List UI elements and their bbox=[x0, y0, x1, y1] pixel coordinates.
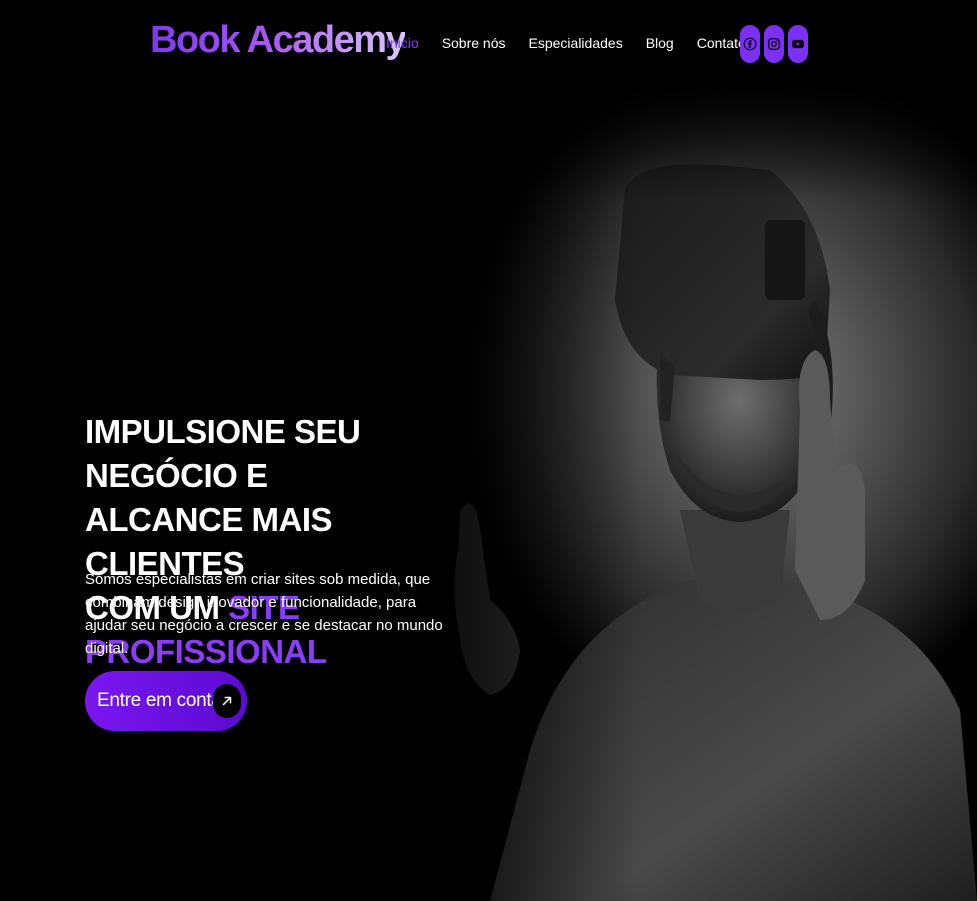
nav-item-inicio[interactable]: Inicio bbox=[386, 34, 419, 52]
landing-page: Book Academy Inicio Sobre nós Especialid… bbox=[0, 0, 977, 901]
youtube-icon bbox=[792, 39, 804, 49]
nav-item-especialidades[interactable]: Especialidades bbox=[529, 34, 623, 52]
brand-logo[interactable]: Book Academy bbox=[150, 14, 407, 66]
site-header: Book Academy Inicio Sobre nós Especialid… bbox=[0, 0, 977, 86]
nav-item-sobre-nos[interactable]: Sobre nós bbox=[442, 34, 506, 52]
facebook-link[interactable] bbox=[740, 25, 760, 63]
nav-item-blog[interactable]: Blog bbox=[646, 34, 674, 52]
instagram-link[interactable] bbox=[764, 25, 784, 63]
facebook-icon bbox=[743, 37, 757, 51]
main-nav: Inicio Sobre nós Especialidades Blog Con… bbox=[386, 34, 769, 52]
arrow-up-right-icon bbox=[213, 684, 241, 718]
contact-cta-button[interactable]: Entre em contato bbox=[85, 671, 247, 731]
hero-subtitle: Somos especialistas em criar sites sob m… bbox=[85, 571, 443, 657]
nav-item-contato[interactable]: Contato bbox=[697, 34, 746, 52]
instagram-icon bbox=[768, 38, 780, 50]
youtube-link[interactable] bbox=[788, 25, 808, 63]
social-links bbox=[740, 25, 808, 63]
headline-line-1: IMPULSIONE SEU NEGÓCIO E bbox=[85, 413, 361, 494]
